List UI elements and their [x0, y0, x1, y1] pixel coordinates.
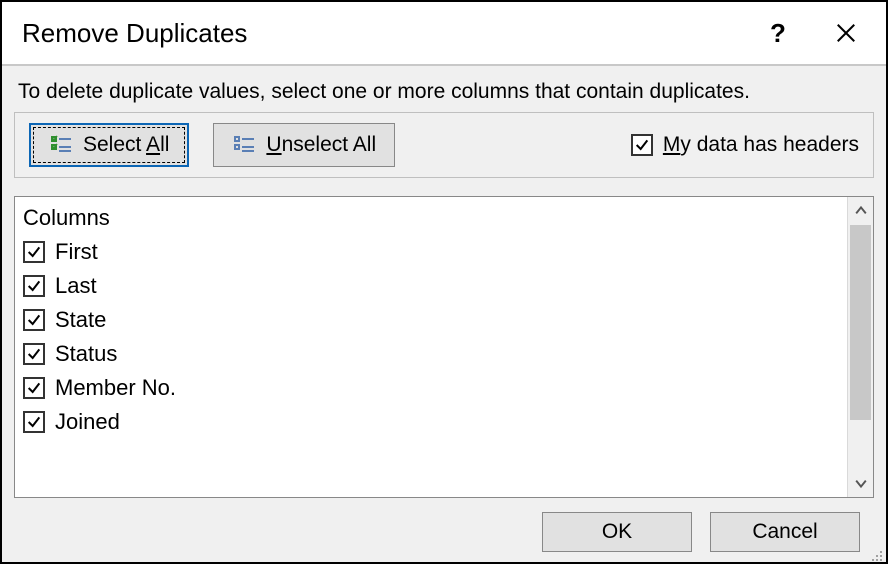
checkbox-icon — [631, 134, 653, 156]
columns-list: Columns First Last State Status — [15, 197, 847, 497]
headers-checkbox[interactable]: My data has headers — [631, 133, 859, 157]
list-item[interactable]: Joined — [21, 405, 847, 439]
select-all-label: Select All — [83, 133, 169, 157]
dialog-title: Remove Duplicates — [22, 18, 754, 49]
titlebar: Remove Duplicates ? — [2, 2, 886, 66]
resize-grip-icon[interactable] — [869, 545, 883, 559]
select-all-button[interactable]: Select All — [29, 123, 189, 167]
list-item[interactable]: Status — [21, 337, 847, 371]
scroll-track[interactable] — [848, 225, 873, 469]
checkbox-icon — [23, 377, 45, 399]
list-item[interactable]: State — [21, 303, 847, 337]
checkbox-icon — [23, 309, 45, 331]
list-item-label: Joined — [55, 409, 120, 435]
list-item-label: Status — [55, 341, 117, 367]
list-item-label: Last — [55, 273, 97, 299]
headers-checkbox-label: My data has headers — [663, 133, 859, 157]
dialog-body: To delete duplicate values, select one o… — [2, 66, 886, 562]
checkbox-icon — [23, 275, 45, 297]
scroll-thumb[interactable] — [850, 225, 871, 420]
columns-header: Columns — [21, 201, 847, 235]
list-item-label: Member No. — [55, 375, 176, 401]
list-item[interactable]: First — [21, 235, 847, 269]
help-icon[interactable]: ? — [754, 13, 802, 53]
cancel-button[interactable]: Cancel — [710, 512, 860, 552]
dialog-footer: OK Cancel — [14, 498, 874, 562]
select-all-icon — [49, 133, 73, 157]
scrollbar[interactable] — [847, 197, 873, 497]
checkbox-icon — [23, 241, 45, 263]
ok-button[interactable]: OK — [542, 512, 692, 552]
list-item-label: State — [55, 307, 106, 333]
unselect-all-button[interactable]: Unselect All — [213, 123, 395, 167]
close-icon[interactable] — [822, 13, 870, 53]
checkbox-icon — [23, 411, 45, 433]
list-item[interactable]: Member No. — [21, 371, 847, 405]
remove-duplicates-dialog: Remove Duplicates ? To delete duplicate … — [0, 0, 888, 564]
list-item[interactable]: Last — [21, 269, 847, 303]
toolbar: Select All Unselect All — [14, 112, 874, 178]
unselect-all-icon — [232, 133, 256, 157]
scroll-down-button[interactable] — [848, 469, 873, 497]
scroll-up-button[interactable] — [848, 197, 873, 225]
columns-listbox: Columns First Last State Status — [14, 196, 874, 498]
unselect-all-label: Unselect All — [266, 133, 376, 157]
list-item-label: First — [55, 239, 98, 265]
instruction-text: To delete duplicate values, select one o… — [18, 80, 874, 104]
checkbox-icon — [23, 343, 45, 365]
